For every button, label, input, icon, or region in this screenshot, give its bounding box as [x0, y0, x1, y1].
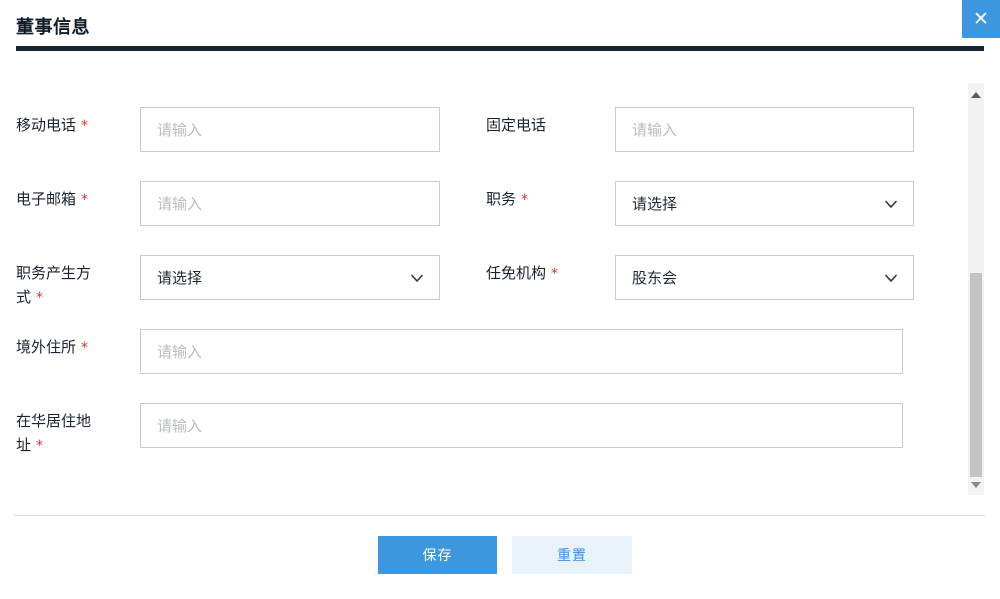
chevron-down-icon: [883, 196, 899, 212]
header-divider: [16, 46, 984, 51]
position-method-label: 职务产生方式*: [16, 255, 140, 300]
dialog-title: 董事信息: [16, 13, 90, 39]
position-select[interactable]: 请选择: [615, 181, 914, 226]
director-info-dialog: 董事信息 ✕ 移动电话* 固定电话 电子邮箱*: [0, 0, 1000, 599]
appointing-body-select[interactable]: 股东会: [615, 255, 914, 300]
close-button[interactable]: ✕: [962, 0, 1000, 38]
fixed-phone-label: 固定电话: [486, 107, 615, 152]
fixed-phone-input[interactable]: [615, 107, 914, 152]
email-input[interactable]: [140, 181, 440, 226]
overseas-residence-label: 境外住所*: [16, 329, 140, 374]
scrollbar-thumb[interactable]: [970, 273, 982, 477]
form-row-1: 移动电话* 固定电话: [16, 107, 906, 152]
overseas-residence-input[interactable]: [140, 329, 903, 374]
required-asterisk: *: [36, 438, 43, 454]
save-button[interactable]: 保存: [378, 536, 497, 574]
required-asterisk: *: [521, 192, 528, 208]
email-label: 电子邮箱*: [16, 181, 140, 226]
form-row-2: 电子邮箱* 职务* 请选择: [16, 181, 906, 226]
required-asterisk: *: [81, 118, 88, 134]
reset-button[interactable]: 重置: [512, 536, 632, 574]
form-row-4: 境外住所*: [16, 329, 906, 374]
vertical-scrollbar[interactable]: [968, 83, 984, 495]
scroll-up-icon[interactable]: [971, 92, 981, 98]
position-label: 职务*: [486, 181, 615, 226]
required-asterisk: *: [81, 192, 88, 208]
footer-actions: 保存 重置: [0, 536, 1000, 574]
chevron-down-icon: [883, 270, 899, 286]
form-row-3: 职务产生方式* 请选择 任免机构* 股东会: [16, 255, 906, 300]
scroll-down-icon[interactable]: [971, 482, 981, 488]
footer-divider: [13, 515, 985, 516]
china-address-input[interactable]: [140, 403, 903, 448]
position-method-select[interactable]: 请选择: [140, 255, 440, 300]
form-row-5: 在华居住地址*: [16, 403, 906, 448]
required-asterisk: *: [81, 340, 88, 356]
required-asterisk: *: [551, 266, 558, 282]
required-asterisk: *: [36, 290, 43, 306]
close-icon: ✕: [973, 10, 989, 29]
appointing-body-label: 任免机构*: [486, 255, 615, 300]
mobile-phone-input[interactable]: [140, 107, 440, 152]
mobile-phone-label: 移动电话*: [16, 107, 140, 152]
director-form: 移动电话* 固定电话 电子邮箱* 职务*: [16, 107, 906, 477]
china-address-label: 在华居住地址*: [16, 403, 140, 448]
chevron-down-icon: [409, 270, 425, 286]
